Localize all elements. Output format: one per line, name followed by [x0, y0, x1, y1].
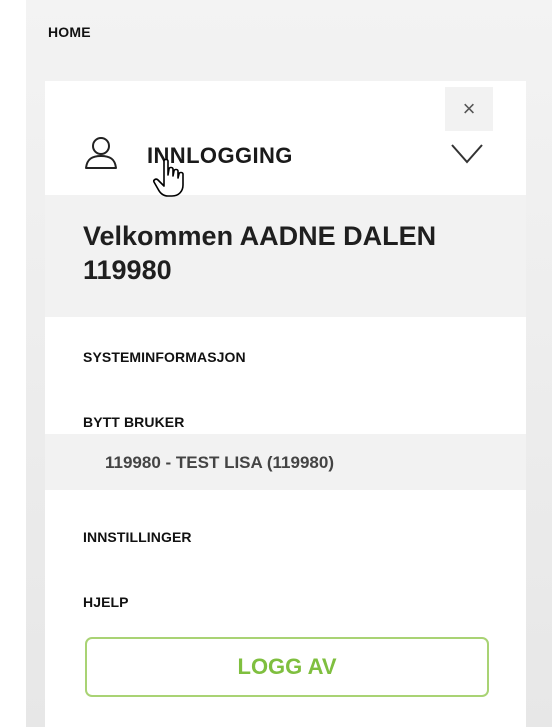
welcome-line-2: 119980	[83, 255, 172, 285]
login-panel: × INNLOGGING Velkommen AADNE DALEN 11998…	[45, 81, 526, 727]
home-link[interactable]: HOME	[48, 24, 91, 40]
user-icon	[83, 135, 119, 171]
chevron-down-icon	[450, 143, 484, 165]
login-header[interactable]: INNLOGGING	[45, 133, 526, 193]
menu-item-settings[interactable]: INNSTILLINGER	[83, 529, 192, 545]
page: HOME × INNLOGGING Velkommen AADNE DALEN	[0, 0, 552, 727]
welcome-banner: Velkommen AADNE DALEN 119980	[45, 195, 526, 317]
welcome-line-1: Velkommen AADNE DALEN	[83, 221, 437, 251]
switch-user-row: 119980 - TEST LISA (119980)	[45, 434, 526, 490]
menu-item-switch-user[interactable]: BYTT BRUKER	[83, 414, 184, 430]
menu-item-help[interactable]: HJELP	[83, 594, 129, 610]
logout-button[interactable]: LOGG AV	[85, 637, 489, 697]
welcome-text: Velkommen AADNE DALEN 119980	[83, 219, 503, 287]
menu-item-system-info[interactable]: SYSTEMINFORMASJON	[83, 349, 246, 365]
close-button[interactable]: ×	[445, 87, 493, 131]
login-title: INNLOGGING	[147, 143, 293, 168]
switch-user-option[interactable]: 119980 - TEST LISA (119980)	[105, 453, 334, 473]
close-icon: ×	[462, 96, 476, 121]
